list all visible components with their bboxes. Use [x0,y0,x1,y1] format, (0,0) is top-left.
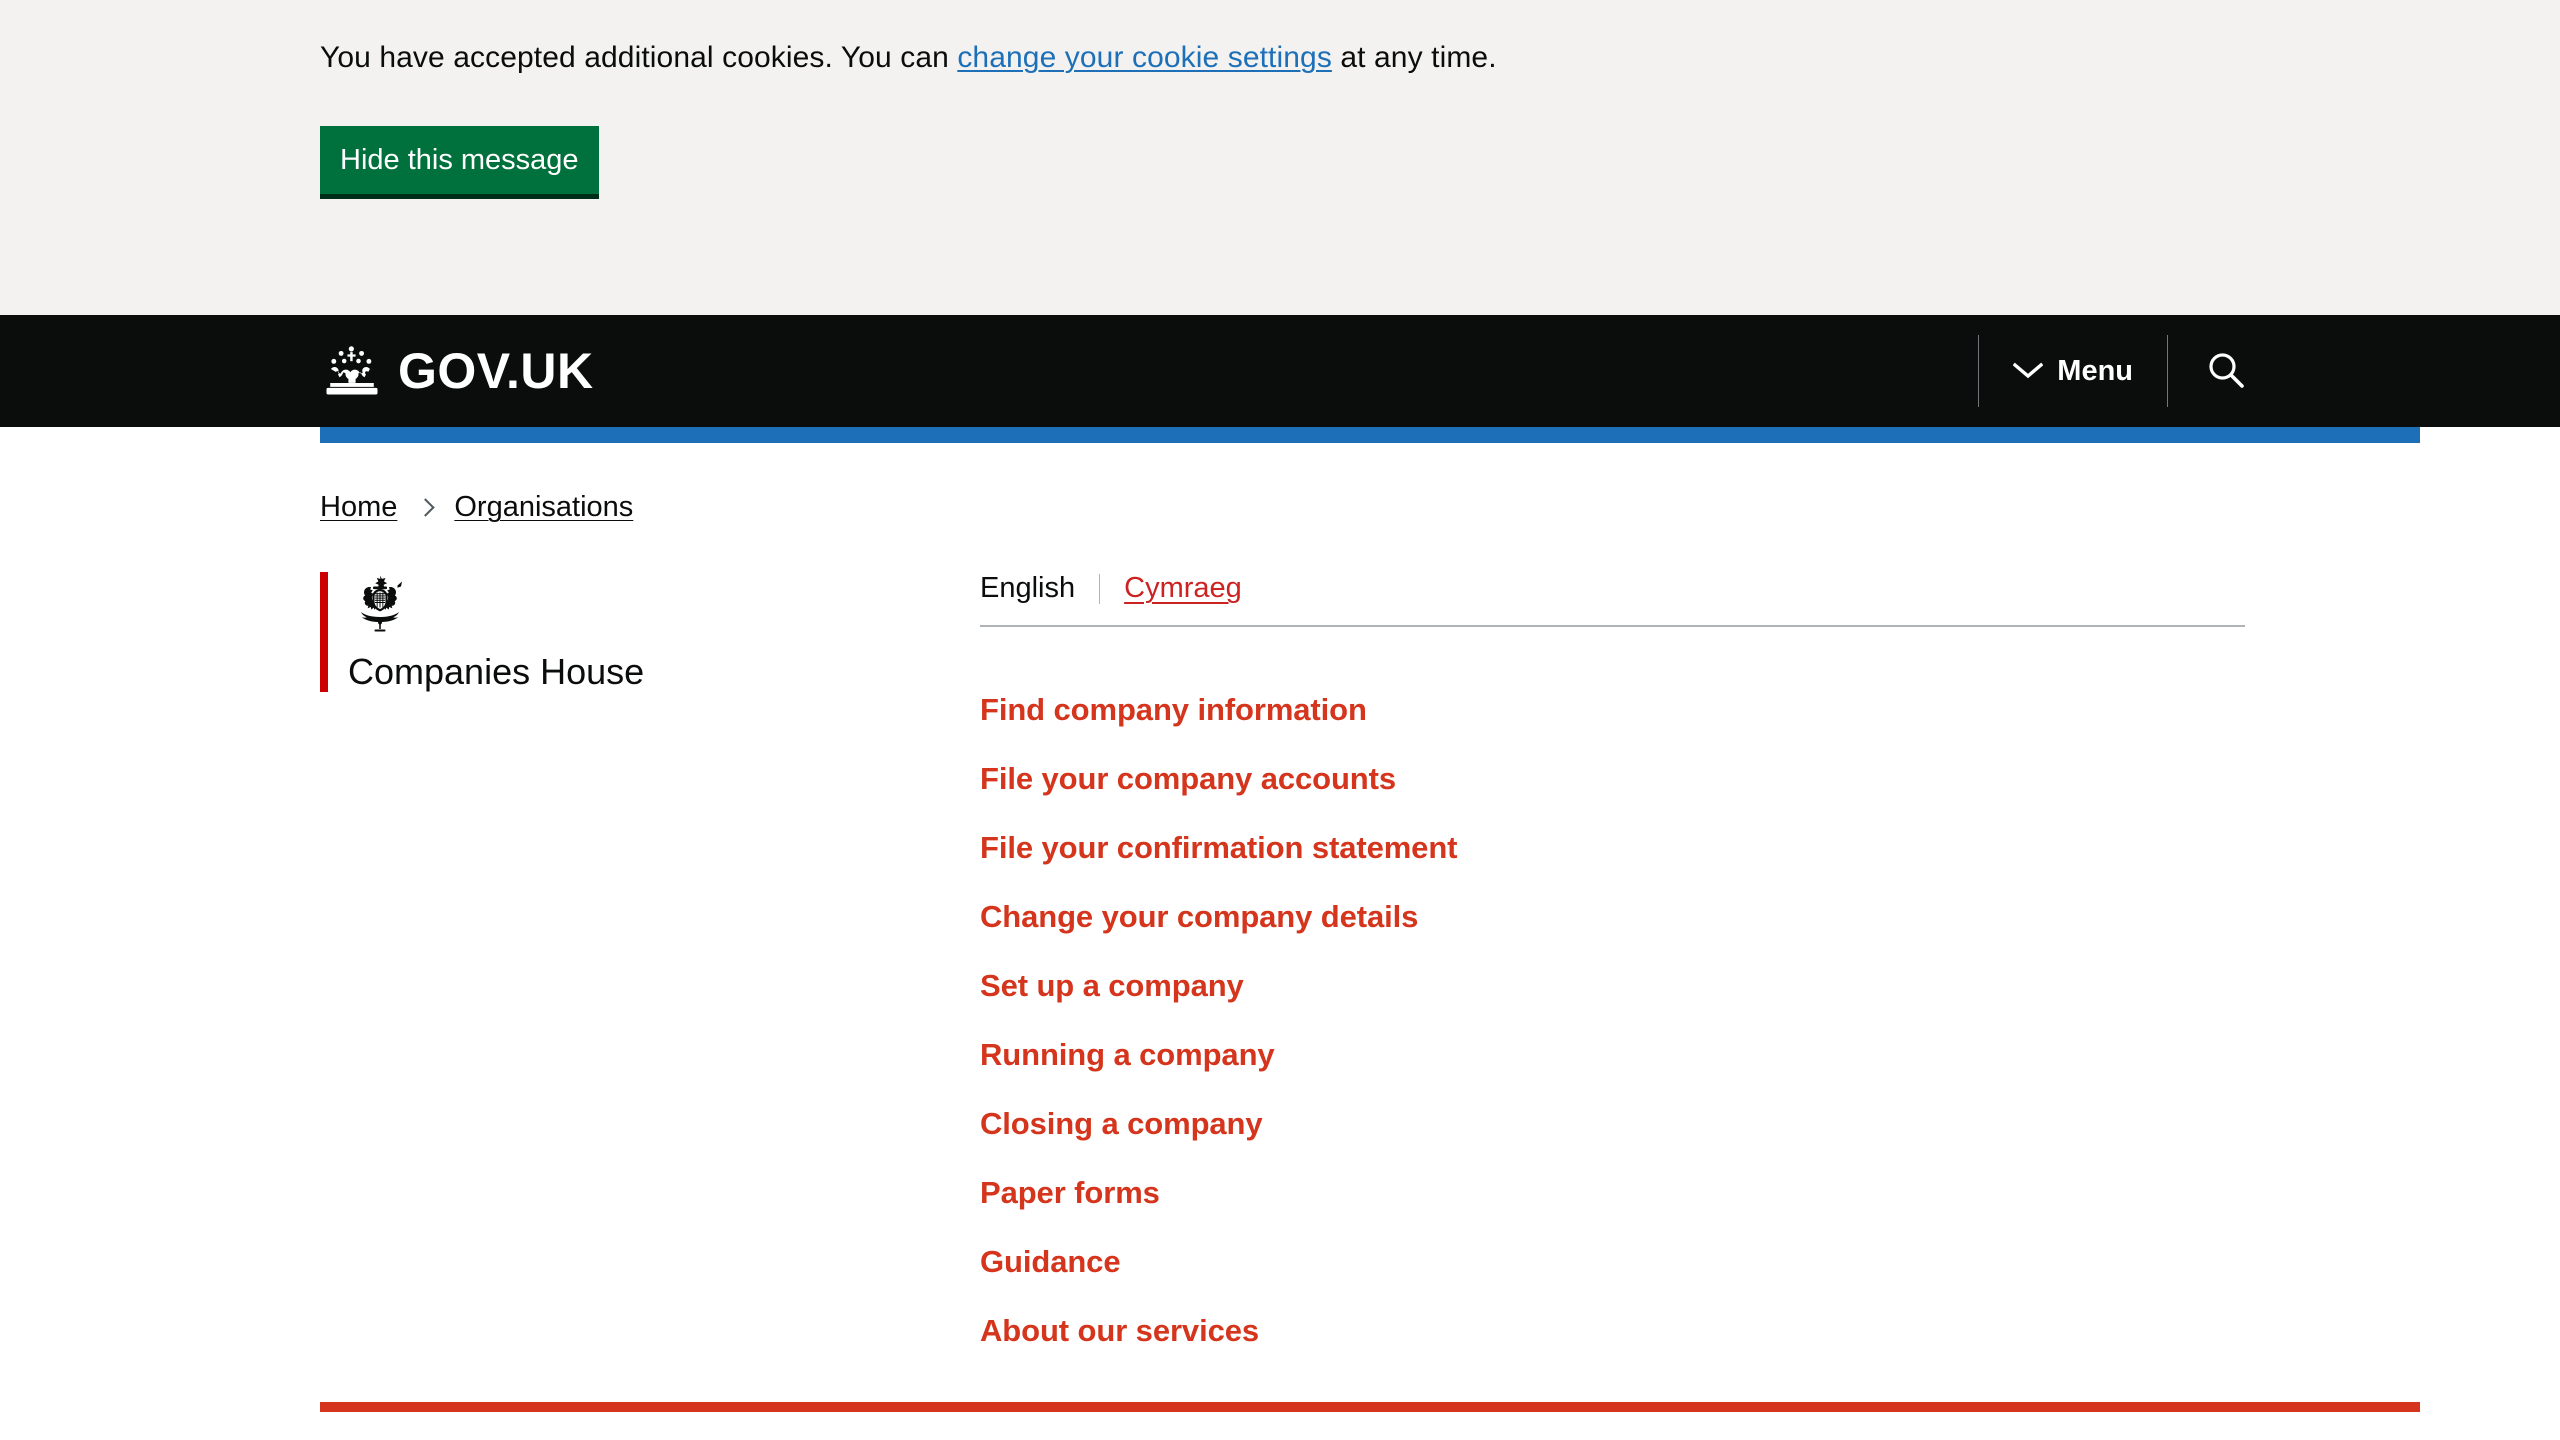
chevron-down-icon [2012,355,2044,388]
language-link-cymraeg[interactable]: Cymraeg [1124,572,1242,605]
search-icon [2206,350,2246,393]
service-link-running-a-company[interactable]: Running a company [980,1020,1275,1089]
services-panel: English Cymraeg Find company information… [980,554,2420,1365]
list-item: Guidance [980,1227,2420,1296]
service-link-about-our-services[interactable]: About our services [980,1296,1259,1365]
main-content: Home Organisations Companies House Engli… [320,443,2420,1365]
header-navigation: Menu [1978,335,2280,407]
list-item: Running a company [980,1020,2420,1089]
language-divider [1099,573,1101,604]
service-link-find-company-information[interactable]: Find company information [980,675,1367,744]
breadcrumb-item-organisations[interactable]: Organisations [454,491,633,524]
service-link-closing-a-company[interactable]: Closing a company [980,1089,1263,1158]
hide-this-message-button[interactable]: Hide this message [320,125,599,199]
crown-icon [320,343,384,400]
language-switcher: English Cymraeg [980,572,2245,627]
govuk-header: GOV.UK Menu [0,315,2560,427]
cookie-message-text-after: at any time. [1331,41,1497,74]
service-link-paper-forms[interactable]: Paper forms [980,1158,1160,1227]
govuk-logo-link[interactable]: GOV.UK [320,343,594,400]
menu-button[interactable]: Menu [1979,335,2167,407]
search-button[interactable] [2168,335,2280,407]
list-item: About our services [980,1296,2420,1365]
page-root: You have accepted additional cookies. Yo… [0,0,2560,1440]
services-link-list: Find company information File your compa… [980,627,2420,1365]
service-link-file-your-company-accounts[interactable]: File your company accounts [980,744,1396,813]
service-link-file-your-confirmation-statement[interactable]: File your confirmation statement [980,813,1457,882]
royal-coat-of-arms-icon [348,575,412,640]
footer-rule [320,1402,2420,1412]
list-item: File your company accounts [980,744,2420,813]
service-link-set-up-a-company[interactable]: Set up a company [980,951,1244,1020]
govuk-logo-text: GOV.UK [398,343,594,399]
breadcrumb-item-home[interactable]: Home [320,491,397,524]
list-item: Find company information [980,675,2420,744]
cookie-banner: You have accepted additional cookies. Yo… [0,0,2560,315]
menu-button-label: Menu [2057,354,2133,387]
organisation-name: Companies House [348,651,645,692]
list-item: Set up a company [980,951,2420,1020]
list-item: File your confirmation statement [980,813,2420,882]
breadcrumb: Home Organisations [320,443,2420,524]
list-item: Change your company details [980,882,2420,951]
service-link-guidance[interactable]: Guidance [980,1227,1121,1296]
cookie-message-text-before: You have accepted additional cookies. Yo… [320,41,958,74]
cookie-message: You have accepted additional cookies. Yo… [320,38,1590,78]
organisation-logo[interactable]: Companies House [320,572,645,693]
service-link-change-your-company-details[interactable]: Change your company details [980,882,1418,951]
change-cookie-settings-link[interactable]: change your cookie settings [957,41,1332,74]
list-item: Paper forms [980,1158,2420,1227]
chevron-right-icon [416,498,436,517]
organisation-panel: Companies House [320,554,980,1365]
list-item: Closing a company [980,1089,2420,1158]
language-active-english: English [980,572,1076,604]
header-accent-bar [320,427,2420,443]
